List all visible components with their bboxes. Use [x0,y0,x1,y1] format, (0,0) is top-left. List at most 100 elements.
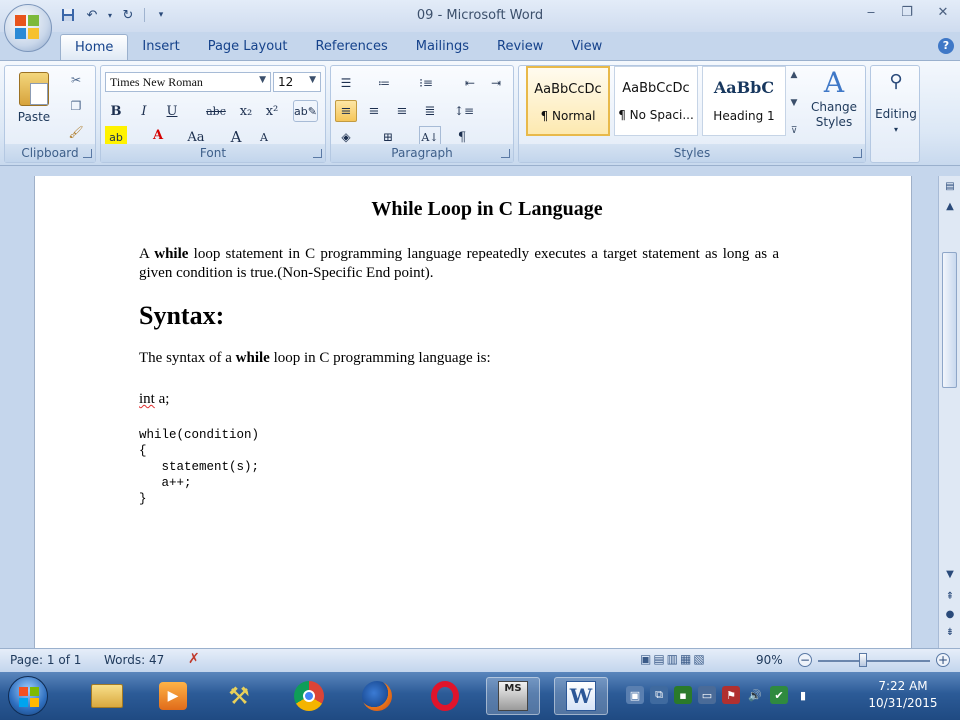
ms-app-label: MS [498,681,528,711]
clipboard-icon [19,72,49,106]
font-size-combo[interactable]: 12 ▼ [273,72,321,92]
tray-monitor-icon[interactable]: ▪ [674,686,692,704]
title-bar: ↶ ▾ ↻ ▾ 09 - Microsoft Word ‒ ❐ ✕ [0,0,960,32]
zoom-slider-thumb[interactable] [858,653,867,667]
minimize-icon[interactable]: ‒ [860,4,882,22]
close-icon[interactable]: ✕ [932,4,954,22]
tray-power-icon[interactable]: ▮ [794,686,812,704]
line-spacing-icon[interactable]: ↕≡ [453,100,475,122]
align-center-icon[interactable]: ≡ [363,100,385,122]
paragraph-group: ☰ ≔ ⁝≡ ⇤ ⇥ ≡ ≡ ≡ ≣ ↕≡ ◈ ⊞ A↓ ¶ Paragraph [330,65,514,163]
start-button[interactable] [8,676,48,716]
tab-insert[interactable]: Insert [128,34,193,60]
system-tray: ▣ ⧉ ▪ ▭ ⚑ 🔊 ✔ ▮ [626,686,812,704]
multilevel-list-icon[interactable]: ⁝≡ [415,72,437,94]
zoom-slider[interactable] [818,660,930,662]
tools-icon[interactable]: ⚒ [212,677,266,715]
editing-button[interactable]: ⚲ Editing ▾ [873,73,919,137]
font-launcher-icon[interactable] [313,149,322,158]
word-count[interactable]: Words: 47 [104,653,164,667]
media-player-icon[interactable]: ▶ [146,677,200,715]
bullets-icon[interactable]: ☰ [335,72,357,94]
style-sample: AaBbC [713,78,775,97]
explorer-icon[interactable] [80,677,134,715]
gallery-up-icon[interactable]: ▲ [786,70,802,80]
scroll-down-icon[interactable]: ▼ [943,568,957,582]
paste-button[interactable]: Paste [13,72,55,140]
opera-icon[interactable] [418,677,472,715]
scroll-thumb[interactable] [942,252,957,388]
format-painter-icon[interactable]: 🖌 [65,122,87,142]
numbering-icon[interactable]: ≔ [373,72,395,94]
firefox-icon[interactable] [350,677,404,715]
align-right-icon[interactable]: ≡ [391,100,413,122]
zoom-out-icon[interactable]: − [798,653,812,667]
change-styles-icon: A [823,66,845,99]
system-clock[interactable]: 7:22 AM 10/31/2015 [858,678,948,712]
scroll-up-icon[interactable]: ▲ [943,200,957,214]
tray-flag-icon[interactable]: ⚑ [722,686,740,704]
paragraph-launcher-icon[interactable] [501,149,510,158]
style-heading-1[interactable]: AaBbC Heading 1 [702,66,786,136]
decrease-indent-icon[interactable]: ⇤ [459,72,481,94]
increase-indent-icon[interactable]: ⇥ [485,72,507,94]
italic-button[interactable]: I [133,100,155,122]
tray-security-icon[interactable]: ✔ [770,686,788,704]
maximize-icon[interactable]: ❐ [896,4,918,22]
clipboard-launcher-icon[interactable] [83,149,92,158]
ruler-toggle-icon[interactable]: ▤ [943,180,957,194]
ms-app-icon[interactable]: MS [486,677,540,715]
tab-home[interactable]: Home [60,34,129,60]
font-name-combo[interactable]: Times New Roman ▼ [105,72,271,92]
proofing-error-icon[interactable]: ✗ [188,651,200,667]
cut-icon[interactable]: ✂ [65,70,87,90]
clock-date: 10/31/2015 [868,696,938,710]
align-left-icon[interactable]: ≡ [335,100,357,122]
page-count[interactable]: Page: 1 of 1 [10,653,81,667]
underline-button[interactable]: U [161,100,183,122]
zoom-in-icon[interactable]: + [936,653,950,667]
change-styles-button[interactable]: A Change Styles [806,68,862,130]
style-no-spacing[interactable]: AaBbCcDc ¶ No Spaci... [614,66,698,136]
tab-review[interactable]: Review [483,34,557,60]
syntax-keyword: while [235,350,270,366]
styles-launcher-icon[interactable] [853,149,862,158]
font-size-value: 12 [278,75,294,89]
clock-time: 7:22 AM [878,679,928,693]
gallery-down-icon[interactable]: ▼ [786,98,802,108]
tab-page-layout[interactable]: Page Layout [194,34,302,60]
superscript-button[interactable]: x² [261,100,283,122]
editing-group: ⚲ Editing ▾ [870,65,920,163]
copy-icon[interactable]: ❐ [65,96,87,116]
document-area: While Loop in C Language A while loop st… [0,166,960,648]
select-browse-object-icon[interactable]: ● [943,608,957,622]
tray-display-icon[interactable]: ▭ [698,686,716,704]
style-name: ¶ No Spaci... [618,108,694,122]
gallery-more-icon[interactable]: ⊽ [786,126,802,136]
office-button[interactable] [4,4,52,52]
tab-view[interactable]: View [557,34,616,60]
chrome-icon[interactable] [282,677,336,715]
font-group: Times New Roman ▼ 12 ▼ B I U abc x₂ x² a… [100,65,326,163]
style-normal[interactable]: AaBbCcDc ¶ Normal [526,66,610,136]
view-buttons[interactable]: ▣▤▥▦▧ [640,652,707,666]
tray-network-icon[interactable]: ▣ [626,686,644,704]
strikethrough-button[interactable]: abc [205,100,227,122]
tray-app-icon[interactable]: ⧉ [650,686,668,704]
previous-page-icon[interactable]: ⇞ [943,590,957,604]
volume-icon[interactable]: 🔊 [746,686,764,704]
word-taskbar-icon[interactable]: W [554,677,608,715]
clear-formatting-icon[interactable]: ab✎ [293,100,318,122]
document-page[interactable]: While Loop in C Language A while loop st… [34,176,912,648]
style-name: ¶ Normal [540,109,596,123]
declaration-line: int a; [139,390,779,409]
zoom-level[interactable]: 90% [756,653,783,667]
next-page-icon[interactable]: ⇟ [943,626,957,640]
bold-button[interactable]: B [105,100,127,122]
justify-icon[interactable]: ≣ [419,100,441,122]
subscript-button[interactable]: x₂ [235,100,257,122]
tab-mailings[interactable]: Mailings [402,34,483,60]
help-icon[interactable]: ? [938,38,954,54]
tab-references[interactable]: References [301,34,401,60]
vertical-scrollbar[interactable]: ▤ ▲ ▼ ⇞ ● ⇟ [938,176,960,648]
